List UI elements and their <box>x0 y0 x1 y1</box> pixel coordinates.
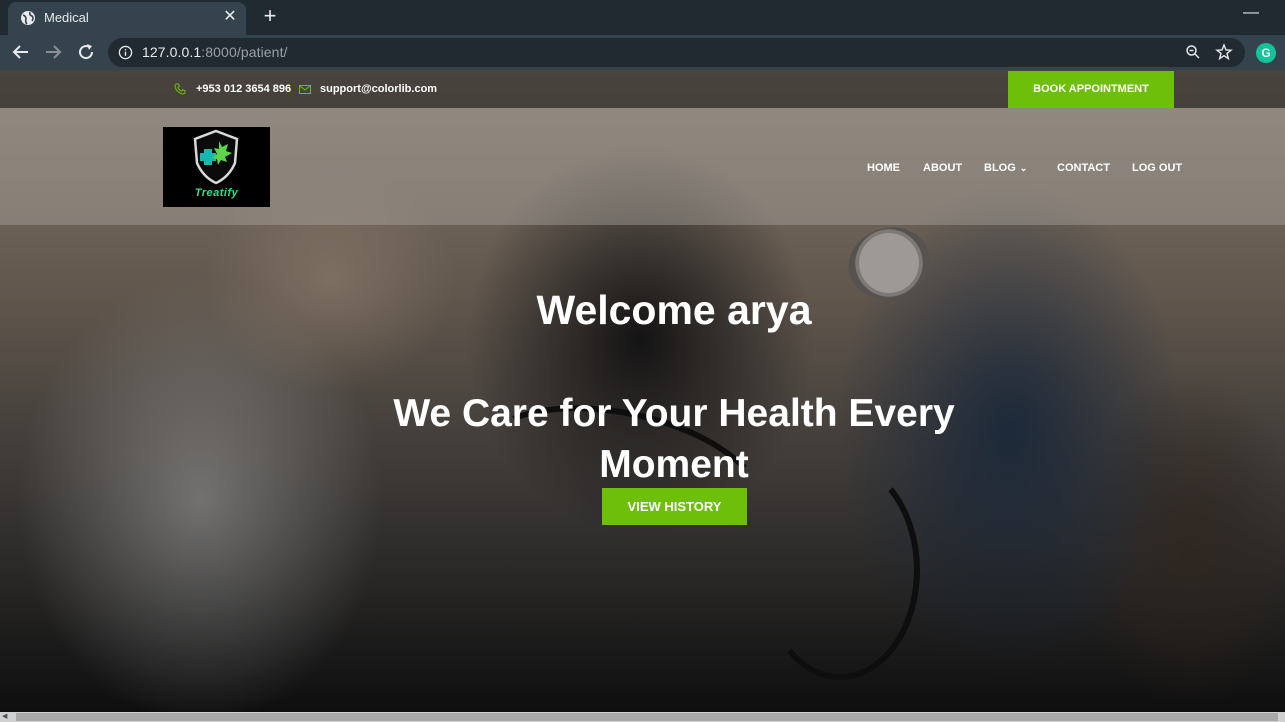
reload-icon[interactable] <box>74 40 98 64</box>
tab-close-icon[interactable]: ✕ <box>220 7 240 27</box>
bookmark-star-icon[interactable] <box>1215 43 1233 61</box>
nav-home[interactable]: HOME <box>867 162 900 174</box>
nav-about[interactable]: ABOUT <box>923 162 962 174</box>
chevron-down-icon: ⌄ <box>1019 163 1028 173</box>
logo-text: Treatify <box>194 187 239 199</box>
browser-toolbar: 127.0.0.1:8000/patient/ G <box>0 35 1285 70</box>
top-contact-bar: +953 012 3654 896 support@colorlib.com B… <box>0 70 1285 108</box>
url-path: :8000/patient/ <box>201 44 288 60</box>
globe-icon <box>21 11 35 25</box>
nav-blog[interactable]: BLOG ⌄ <box>984 162 1027 174</box>
book-appointment-button[interactable]: BOOK APPOINTMENT <box>1008 71 1174 108</box>
nav-logout[interactable]: LOG OUT <box>1132 162 1182 174</box>
browser-tab[interactable]: Medical ✕ <box>8 2 246 35</box>
page-viewport: +953 012 3654 896 support@colorlib.com B… <box>0 70 1285 712</box>
site-info-icon[interactable] <box>118 45 133 60</box>
forward-arrow-icon[interactable] <box>41 40 65 64</box>
main-navbar: Treatify HOME ABOUT BLOG ⌄ CONTACT LOG OU… <box>0 108 1285 225</box>
grammarly-extension-icon[interactable]: G <box>1256 43 1276 63</box>
welcome-heading: Welcome arya <box>536 287 812 333</box>
tab-title: Medical <box>44 10 89 25</box>
new-tab-icon[interactable]: + <box>258 4 282 28</box>
horizontal-scrollbar[interactable]: ◀ <box>0 712 1285 722</box>
url-host: 127.0.0.1 <box>142 44 202 60</box>
support-email[interactable]: support@colorlib.com <box>320 83 437 95</box>
mail-icon <box>299 85 311 94</box>
treatify-logo[interactable]: Treatify <box>163 127 270 207</box>
hero-tagline: We Care for Your Health Every Moment <box>393 392 955 486</box>
minimize-icon[interactable]: — <box>1241 4 1261 24</box>
address-bar[interactable]: 127.0.0.1:8000/patient/ <box>108 38 1245 67</box>
zoom-icon[interactable] <box>1185 44 1201 60</box>
phone-icon <box>174 83 186 95</box>
browser-tab-strip: Medical ✕ + — <box>0 0 1285 35</box>
back-arrow-icon[interactable] <box>9 40 33 64</box>
phone-number[interactable]: +953 012 3654 896 <box>196 83 291 95</box>
nav-blog-label: BLOG <box>984 162 1016 174</box>
scroll-left-icon[interactable]: ◀ <box>2 713 10 721</box>
scrollbar-thumb[interactable] <box>16 713 1278 721</box>
nav-contact[interactable]: CONTACT <box>1057 162 1110 174</box>
url-text[interactable]: 127.0.0.1:8000/patient/ <box>142 44 288 60</box>
shield-cross-logo-icon <box>193 129 239 185</box>
view-history-button[interactable]: VIEW HISTORY <box>602 488 747 525</box>
